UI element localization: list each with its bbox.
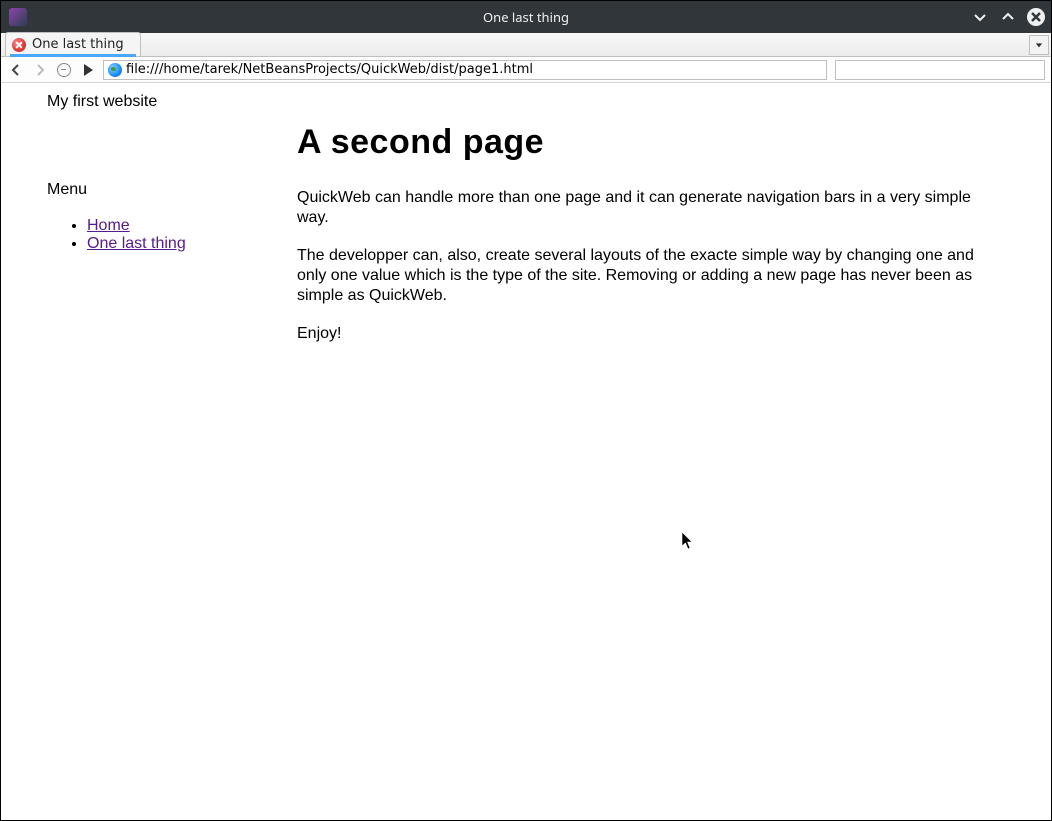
navigation-toolbar: file:///home/tarek/NetBeansProjects/Quic… <box>1 57 1051 83</box>
rendered-page: My first website Menu Home One last thin… <box>1 83 1051 362</box>
url-bar[interactable]: file:///home/tarek/NetBeansProjects/Quic… <box>103 60 827 80</box>
app-icon <box>9 8 27 26</box>
menu-link-one-last-thing[interactable]: One last thing <box>87 235 186 252</box>
error-icon <box>12 38 26 52</box>
menu-link-home[interactable]: Home <box>87 217 130 234</box>
url-text: file:///home/tarek/NetBeansProjects/Quic… <box>126 62 533 77</box>
site-title: My first website <box>47 93 1015 111</box>
sidebar-menu: Menu Home One last thing <box>47 181 297 253</box>
globe-icon <box>108 63 122 77</box>
tab-bar: One last thing <box>1 33 1051 57</box>
forward-button[interactable] <box>31 61 49 79</box>
search-box[interactable] <box>835 60 1045 80</box>
window-title: One last thing <box>483 8 569 26</box>
paragraph: Enjoy! <box>297 324 1005 344</box>
page-heading: A second page <box>297 123 1005 162</box>
titlebar: One last thing <box>1 1 1051 33</box>
close-icon[interactable] <box>1027 8 1045 26</box>
window-controls <box>971 8 1045 26</box>
list-item: One last thing <box>87 235 297 253</box>
minimize-icon[interactable] <box>971 8 989 26</box>
stop-reload-button[interactable] <box>55 61 73 79</box>
paragraph: QuickWeb can handle more than one page a… <box>297 188 1005 228</box>
menu-list: Home One last thing <box>47 217 297 253</box>
tab-label: One last thing <box>32 37 124 52</box>
mouse-cursor-icon <box>681 531 695 556</box>
paragraph: The developper can, also, create several… <box>297 246 1005 306</box>
list-item: Home <box>87 217 297 235</box>
maximize-icon[interactable] <box>999 8 1017 26</box>
page-viewport: My first website Menu Home One last thin… <box>1 83 1051 820</box>
main-content: A second page QuickWeb can handle more t… <box>297 181 1015 362</box>
app-window: One last thing One last thing <box>0 0 1052 821</box>
tab-dropdown-icon[interactable] <box>1029 35 1049 55</box>
browser-tab[interactable]: One last thing <box>5 32 141 56</box>
menu-heading: Menu <box>47 181 297 199</box>
back-button[interactable] <box>7 61 25 79</box>
play-button[interactable] <box>79 61 97 79</box>
